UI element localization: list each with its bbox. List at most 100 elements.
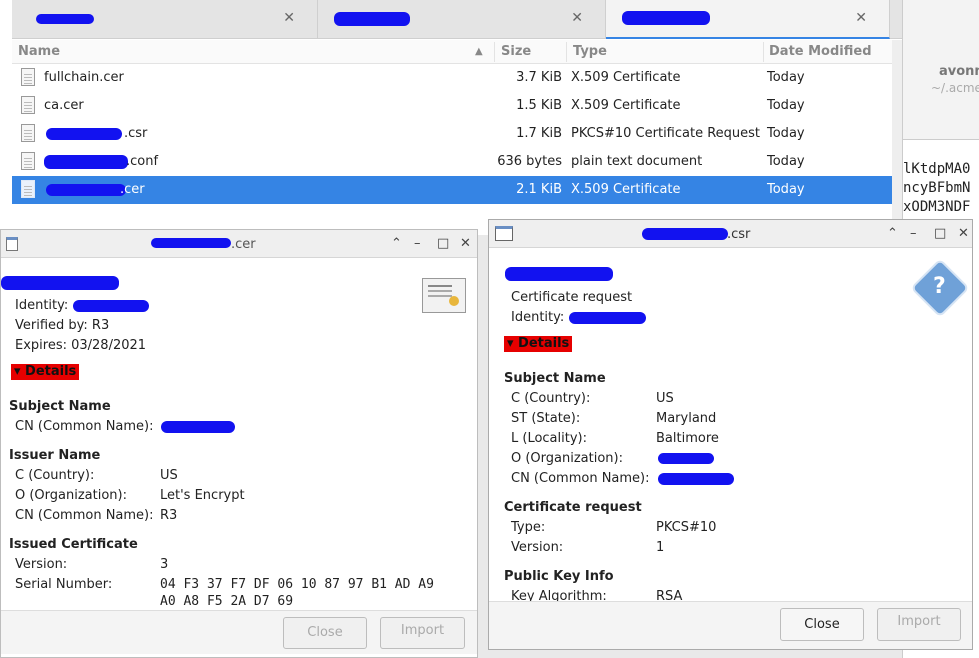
redaction (73, 300, 149, 312)
file-row[interactable]: .csr 1.7 KiB PKCS#10 Certificate Request… (12, 120, 900, 148)
column-size[interactable]: Size (501, 44, 531, 59)
file-row-selected[interactable]: .cer 2.1 KiB X.509 Certificate Today (12, 176, 900, 204)
window-icon (6, 237, 18, 251)
verified-by: Verified by: R3 (15, 318, 110, 333)
redaction (658, 453, 714, 464)
csr-dialog: .csr ⌃ – □ ✕ ? Certificate request Ident… (488, 219, 973, 650)
maximize-icon[interactable]: □ (934, 226, 946, 241)
redaction (642, 228, 728, 240)
redaction (334, 12, 410, 26)
field-key: CN (Common Name): (511, 471, 650, 486)
field-value: US (160, 468, 178, 483)
question-mark-icon: ? (933, 274, 946, 299)
text-line: ncyBFbmN (903, 180, 971, 196)
issued-section-title: Issued Certificate (9, 537, 138, 552)
file-size: 1.5 KiB (516, 98, 562, 113)
redaction (161, 421, 235, 433)
expires: Expires: 03/28/2021 (15, 338, 147, 353)
field-key: Version: (511, 540, 564, 555)
document-icon (21, 180, 35, 198)
field-value: Baltimore (656, 431, 719, 446)
collapse-icon[interactable]: ⌃ (887, 226, 898, 241)
field-key: C (Country): (511, 391, 591, 406)
file-modified: Today (767, 98, 805, 113)
details-expander[interactable]: ▾ Details (504, 336, 573, 352)
details-expander[interactable]: ▾ Details (11, 364, 80, 380)
close-icon[interactable]: ✕ (958, 226, 969, 241)
redaction (46, 184, 126, 196)
identity-label: Identity: (511, 310, 565, 325)
field-value: US (656, 391, 674, 406)
redaction (1, 276, 119, 290)
file-type: X.509 Certificate (571, 70, 681, 85)
file-name: ca.cer (44, 98, 84, 113)
field-key: CN (Common Name): (15, 419, 154, 434)
field-value: Let's Encrypt (160, 488, 245, 503)
title-bar: .csr ⌃ – □ ✕ (489, 220, 972, 248)
divider (566, 42, 567, 62)
file-row[interactable]: .conf 636 bytes plain text document Toda… (12, 148, 900, 176)
file-modified: Today (767, 70, 805, 85)
dialog-footer: Close Import (1, 610, 477, 654)
field-value: R3 (160, 508, 178, 523)
sort-ascending-icon[interactable]: ▲ (475, 46, 483, 57)
field-key: Type: (511, 520, 546, 535)
dialog-title: .cer (231, 237, 256, 252)
field-key: O (Organization): (511, 451, 623, 466)
close-icon[interactable]: ✕ (855, 10, 867, 26)
redaction (569, 312, 646, 324)
close-icon[interactable]: ✕ (571, 10, 583, 26)
redaction (46, 128, 122, 140)
window-title: avonn (939, 64, 979, 79)
column-name[interactable]: Name (18, 44, 60, 59)
field-value: 3 (160, 557, 169, 572)
scrollbar[interactable] (892, 40, 902, 235)
maximize-icon[interactable]: □ (437, 236, 449, 251)
file-size: 2.1 KiB (516, 182, 562, 197)
window-icon (495, 226, 513, 241)
field-value: PKCS#10 (656, 520, 717, 535)
file-modified: Today (767, 126, 805, 141)
file-row[interactable]: fullchain.cer 3.7 KiB X.509 Certificate … (12, 64, 900, 92)
close-icon[interactable]: ✕ (460, 236, 471, 251)
subject-section-title: Subject Name (9, 399, 111, 414)
file-name: fullchain.cer (44, 70, 124, 85)
document-icon (21, 68, 35, 86)
file-row[interactable]: ca.cer 1.5 KiB X.509 Certificate Today (12, 92, 900, 120)
file-modified: Today (767, 182, 805, 197)
minimize-icon[interactable]: – (910, 226, 917, 241)
field-key: Version: (15, 557, 68, 572)
redaction (36, 14, 94, 24)
column-type[interactable]: Type (573, 44, 607, 59)
text-line: lKtdpMA0 (903, 161, 971, 177)
file-modified: Today (767, 154, 805, 169)
field-key: O (Organization): (15, 488, 127, 503)
file-size: 1.7 KiB (516, 126, 562, 141)
column-date-modified[interactable]: Date Modified (769, 44, 872, 59)
close-icon[interactable]: ✕ (283, 10, 295, 26)
import-button[interactable]: Import (380, 617, 465, 649)
close-button[interactable]: Close (780, 608, 864, 641)
redaction (505, 267, 613, 281)
tab-2[interactable]: ✕ (318, 0, 606, 39)
field-value: Maryland (656, 411, 717, 426)
document-icon (21, 96, 35, 114)
tab-bar: ✕ ✕ ✕ (12, 0, 902, 39)
tab-1[interactable]: ✕ (12, 0, 318, 39)
divider (494, 42, 495, 62)
file-size: 636 bytes (497, 154, 562, 169)
file-type: plain text document (571, 154, 703, 169)
window-subtitle: ~/.acme (931, 81, 979, 95)
certificate-icon (422, 278, 466, 313)
collapse-icon[interactable]: ⌃ (391, 236, 402, 251)
redaction (622, 11, 710, 25)
tab-3[interactable]: ✕ (606, 0, 890, 39)
dialog-footer: Close Import (489, 601, 972, 649)
request-section-title: Certificate request (504, 500, 642, 515)
file-name: .cer (120, 182, 145, 197)
pubkey-section-title: Public Key Info (504, 569, 614, 584)
minimize-icon[interactable]: – (414, 236, 421, 251)
close-button[interactable]: Close (283, 617, 367, 649)
import-button[interactable]: Import (877, 608, 961, 641)
field-key: Serial Number: (15, 577, 113, 592)
